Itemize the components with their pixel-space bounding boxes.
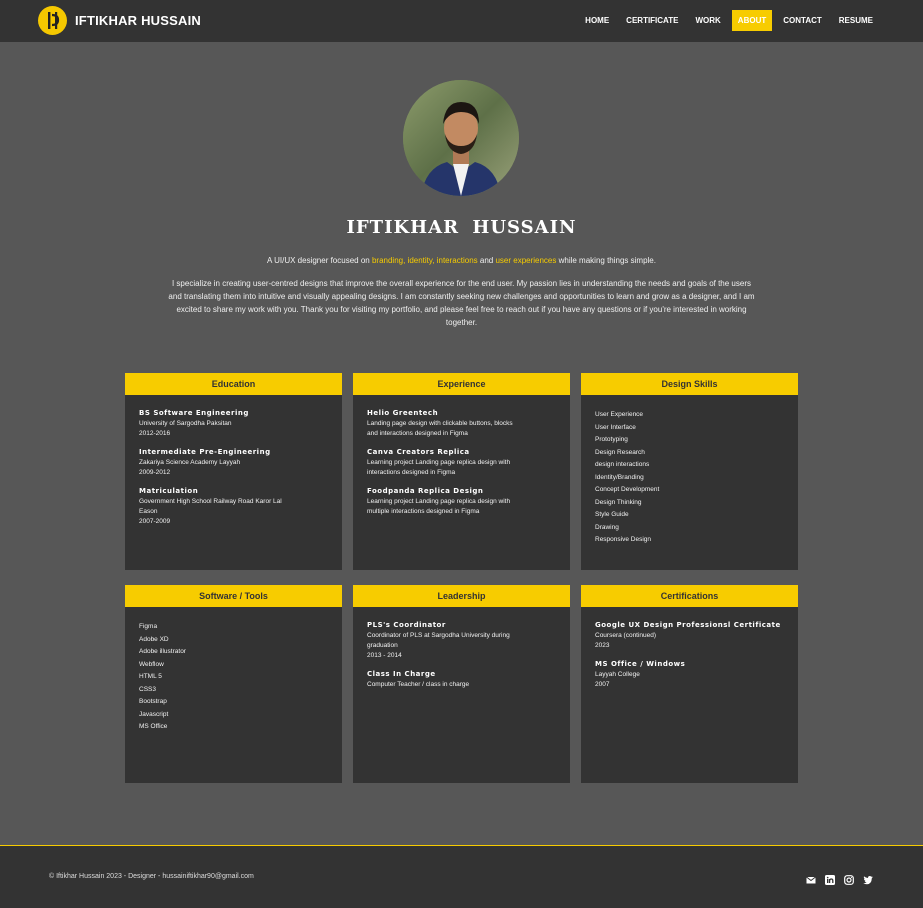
list-item: User Experience <box>595 411 644 418</box>
entry-title: Google UX Design Professionsl Certificat… <box>595 621 781 629</box>
card-title: Software / Tools <box>125 585 342 607</box>
entry-line: Computer Teacher / class in charge <box>367 681 470 688</box>
entry-line: 2013 - 2014 <box>367 652 402 659</box>
certifications-card: Certifications Google UX Design Professi… <box>581 585 798 783</box>
copyright-text: © Iftikhar Hussain 2023 - Designer - hus… <box>49 873 254 880</box>
list-item: CSS3 <box>139 685 156 693</box>
ih-monogram-icon[interactable] <box>38 6 67 35</box>
software-tools-card: Software / Tools Figma Adobe XD Adobe il… <box>125 585 342 783</box>
entry-title: PLS's Coordinator <box>367 621 446 629</box>
experience-card: Experience Helio Greentech Landing page … <box>353 373 570 570</box>
nav-home[interactable]: HOME <box>579 10 615 31</box>
entry-line: multiple interactions designed in Figma <box>367 508 480 515</box>
list-item: Webflow <box>139 660 164 668</box>
list-item: Canva Creators Replica Learning project … <box>367 448 556 478</box>
list-item: Intermediate Pre-Engineering Zakariya Sc… <box>139 448 328 478</box>
tagline-prefix: A UI/UX designer focused on <box>267 256 372 265</box>
education-card: Education BS Software Engineering Univer… <box>125 373 342 570</box>
list-item: HTML 5 <box>139 673 162 680</box>
nav-certificate[interactable]: CERTIFICATE <box>620 10 684 31</box>
linkedin-icon[interactable] <box>825 872 835 885</box>
list-item: Adobe XD <box>139 635 169 643</box>
entry-line: graduation <box>367 642 398 649</box>
entry-title: MS Office / Windows <box>595 660 686 668</box>
entry-line: Coursera (continued) <box>595 632 657 639</box>
brand-name[interactable]: IFTIKHAR HUSSAIN <box>75 13 201 28</box>
profile-name: IFTIKHAR HUSSAIN <box>346 217 577 238</box>
footer: © Iftikhar Hussain 2023 - Designer - hus… <box>0 846 923 908</box>
list-item: Figma <box>139 623 158 630</box>
entry-title: Intermediate Pre-Engineering <box>139 448 271 456</box>
list-item: MS Office / Windows Layyah College 2007 <box>595 660 784 690</box>
list-item: Class In Charge Computer Teacher / class… <box>367 670 556 690</box>
social-links <box>806 872 873 885</box>
list-item: Matriculation Government High School Rai… <box>139 487 328 527</box>
list-item: Style Guide <box>595 511 629 518</box>
list-item: User Interface <box>595 423 636 431</box>
entry-line: 2007 <box>595 681 610 688</box>
entry-line: Eason <box>139 508 158 515</box>
instagram-icon[interactable] <box>844 872 854 885</box>
nav-resume[interactable]: RESUME <box>833 10 879 31</box>
nav-about[interactable]: ABOUT <box>731 10 773 31</box>
entry-line: University of Sargodha Paksitan <box>139 420 232 427</box>
entry-line: Learning project Landing page replica de… <box>367 459 511 466</box>
list-item: Drawing <box>595 523 619 531</box>
entry-line: 2012-2016 <box>139 430 171 437</box>
leadership-card: Leadership PLS's Coordinator Coordinator… <box>353 585 570 783</box>
list-item: design interactions <box>595 461 650 468</box>
entry-title: Foodpanda Replica Design <box>367 487 484 495</box>
tagline: A UI/UX designer focused on branding, id… <box>0 256 923 265</box>
card-title: Leadership <box>353 585 570 607</box>
list-item: Prototyping <box>595 436 628 443</box>
design-skills-card: Design Skills User Experience User Inter… <box>581 373 798 570</box>
navbar: IFTIKHAR HUSSAIN HOME CERTIFICATE WORK A… <box>0 0 923 42</box>
entry-line: Learning project Landing page replica de… <box>367 498 511 505</box>
bio-paragraph: I specialize in creating user-centred de… <box>168 279 755 327</box>
entry-line: 2023 <box>595 642 610 649</box>
card-title: Experience <box>353 373 570 395</box>
list-item: Identity/Branding <box>595 473 644 481</box>
list-item: Responsive Design <box>595 536 652 543</box>
entry-line: interactions designed in Figma <box>367 469 456 476</box>
entry-line: Zakariya Science Academy Layyah <box>139 459 241 466</box>
entry-title: Canva Creators Replica <box>367 448 470 456</box>
entry-title: Matriculation <box>139 487 199 495</box>
list-item: Google UX Design Professionsl Certificat… <box>595 621 784 651</box>
entry-line: 2007-2009 <box>139 518 171 525</box>
card-title: Certifications <box>581 585 798 607</box>
nav-contact[interactable]: CONTACT <box>777 10 828 31</box>
list-item: MS Office <box>139 723 168 730</box>
nav-work[interactable]: WORK <box>689 10 726 31</box>
list-item: Bootstrap <box>139 698 167 705</box>
card-title: Education <box>125 373 342 395</box>
twitter-icon[interactable] <box>863 872 873 885</box>
entry-line: and interactions designed in Figma <box>367 430 468 437</box>
entry-title: Class In Charge <box>367 670 436 678</box>
list-item: Adobe illustrator <box>139 648 186 655</box>
list-item: Javascript <box>139 710 169 718</box>
tagline-highlight-branding: branding, identity, interactions <box>371 256 478 265</box>
profile-photo <box>403 80 519 196</box>
list-item: BS Software Engineering University of Sa… <box>139 409 328 439</box>
entry-line: Government High School Railway Road Karo… <box>139 498 282 505</box>
card-title: Design Skills <box>581 373 798 395</box>
entry-line: Layyah College <box>595 671 640 678</box>
entry-line: Landing page design with clickable butto… <box>367 420 513 427</box>
entry-line: 2009-2012 <box>139 469 171 476</box>
list-item: Foodpanda Replica Design Learning projec… <box>367 487 556 517</box>
list-item: Helio Greentech Landing page design with… <box>367 409 556 439</box>
entry-title: BS Software Engineering <box>139 409 249 417</box>
entry-title: Helio Greentech <box>367 409 439 417</box>
list-item: Design Thinking <box>595 498 642 506</box>
entry-line: Coordinator of PLS at Sargodha Universit… <box>367 632 510 639</box>
list-item: Design Research <box>595 448 645 456</box>
mail-icon[interactable] <box>806 872 816 884</box>
list-item: Concept Development <box>595 486 660 493</box>
tagline-highlight-ux: user experiences <box>495 256 557 265</box>
list-item: PLS's Coordinator Coordinator of PLS at … <box>367 621 556 661</box>
main-nav: HOME CERTIFICATE WORK ABOUT CONTACT RESU… <box>574 10 879 31</box>
tagline-mid: and <box>477 256 496 265</box>
tagline-suffix: while making things simple. <box>556 256 656 265</box>
